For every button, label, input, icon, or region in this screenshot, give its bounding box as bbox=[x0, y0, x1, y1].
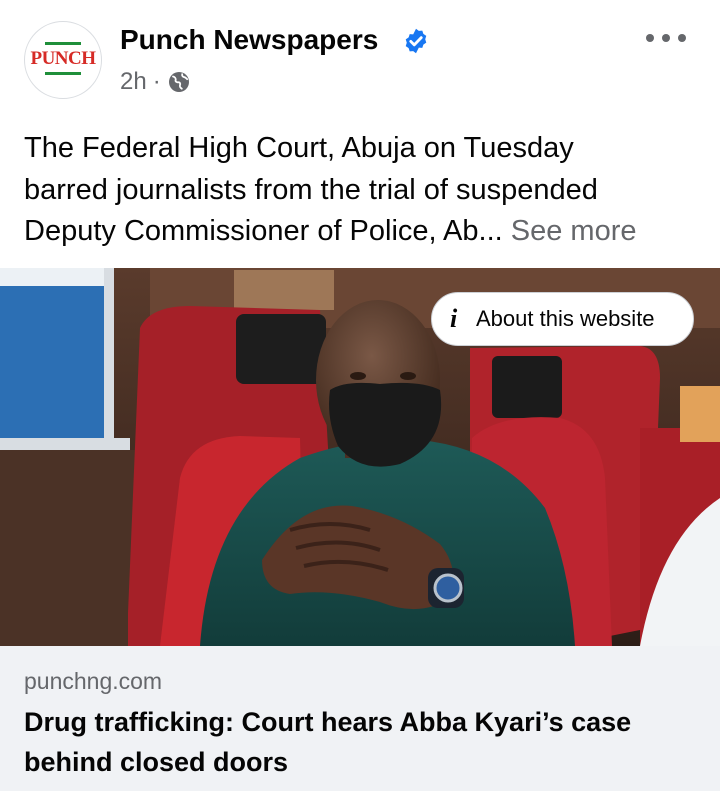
info-icon: i bbox=[450, 304, 458, 333]
logo-flag-stripe bbox=[45, 42, 81, 45]
verified-badge-icon bbox=[405, 28, 427, 54]
post-text-truncated: Deputy Commissioner of Police, Ab... bbox=[24, 215, 503, 247]
dot bbox=[678, 34, 686, 42]
post-text-line: Deputy Commissioner of Police, Ab... See… bbox=[24, 211, 696, 253]
more-options-icon[interactable] bbox=[646, 26, 686, 50]
page-name-link[interactable]: Punch Newspapers bbox=[120, 24, 378, 56]
globe-icon[interactable] bbox=[167, 70, 191, 94]
page-avatar[interactable]: PUNCH bbox=[24, 21, 102, 99]
post-header: PUNCH Punch Newspapers 2h · bbox=[0, 0, 720, 120]
dot bbox=[662, 34, 670, 42]
punch-logo: PUNCH bbox=[30, 48, 96, 69]
post-timestamp[interactable]: 2h bbox=[120, 68, 147, 96]
post-message: The Federal High Court, Abuja on Tuesday… bbox=[24, 128, 696, 253]
dot bbox=[646, 34, 654, 42]
post-text-line: The Federal High Court, Abuja on Tuesday bbox=[24, 132, 574, 164]
post-text-line: barred journalists from the trial of sus… bbox=[24, 173, 598, 206]
see-more-link[interactable]: See more bbox=[511, 215, 637, 247]
logo-flag-stripe bbox=[45, 72, 81, 75]
meta-separator: · bbox=[152, 68, 161, 95]
about-website-button[interactable]: i About this website bbox=[431, 292, 694, 346]
about-website-label: About this website bbox=[476, 306, 655, 331]
link-headline[interactable]: Drug trafficking: Court hears Abba Kyari… bbox=[24, 702, 696, 782]
link-domain: punchng.com bbox=[24, 668, 163, 694]
post-meta: 2h · bbox=[120, 66, 191, 98]
